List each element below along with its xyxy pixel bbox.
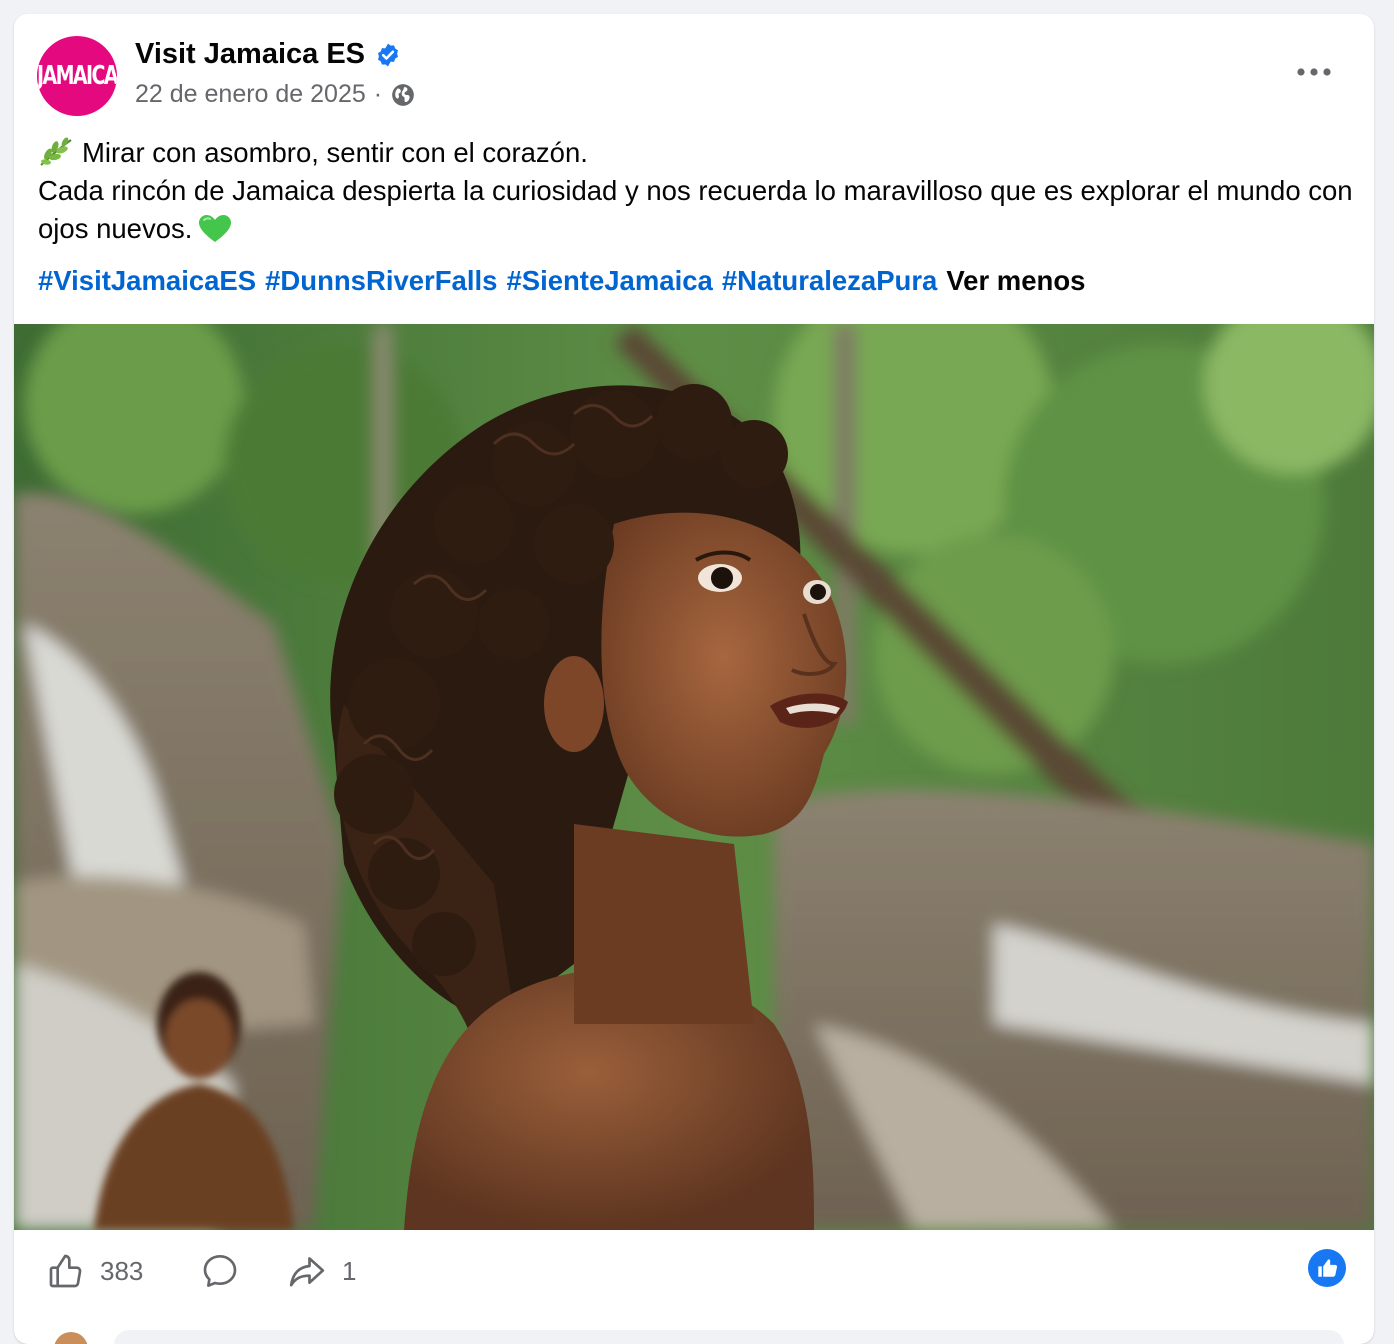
verified-badge-icon bbox=[378, 43, 398, 66]
hashtag-link[interactable]: #SienteJamaica bbox=[506, 265, 712, 296]
comment-bubble-icon bbox=[203, 1255, 237, 1287]
more-options-icon bbox=[1297, 68, 1331, 76]
avatar-logo-text: JAMAICA bbox=[37, 61, 117, 91]
comment-input[interactable] bbox=[114, 1330, 1344, 1344]
post-line-1-text: Mirar con asombro, sentir con el corazón… bbox=[82, 137, 588, 168]
post-text: Mirar con asombro, sentir con el corazón… bbox=[38, 134, 1358, 248]
thumbs-up-icon bbox=[49, 1254, 82, 1288]
post-line-1: Mirar con asombro, sentir con el corazón… bbox=[38, 134, 1358, 172]
share-count: 1 bbox=[342, 1255, 357, 1286]
like-count: 383 bbox=[100, 1255, 144, 1286]
post-card: JAMAICA Visit Jamaica ES 22 de enero de … bbox=[14, 14, 1374, 1344]
like-button[interactable]: 383 bbox=[46, 1250, 143, 1292]
hashtag-link[interactable]: #DunnsRiverFalls bbox=[265, 265, 497, 296]
globe-icon bbox=[392, 83, 414, 106]
post-actions: 383 1 bbox=[14, 1230, 1374, 1310]
page-name[interactable]: Visit Jamaica ES bbox=[135, 38, 365, 71]
post-line-2: Cada rincón de Jamaica despierta la curi… bbox=[38, 172, 1358, 248]
comment-button[interactable] bbox=[200, 1250, 240, 1292]
commenter-avatar bbox=[54, 1332, 88, 1344]
post-photo-image bbox=[14, 324, 1374, 1230]
page-name-row: Visit Jamaica ES bbox=[135, 38, 401, 71]
more-options-button[interactable] bbox=[1290, 56, 1338, 88]
hashtag-link[interactable]: #VisitJamaicaES bbox=[38, 265, 256, 296]
share-arrow-icon bbox=[289, 1257, 325, 1287]
post-line-2-text: Cada rincón de Jamaica despierta la curi… bbox=[38, 175, 1353, 244]
herb-emoji bbox=[40, 137, 72, 166]
hashtag-row: #VisitJamaicaES #DunnsRiverFalls #SienteJa… bbox=[38, 262, 1085, 300]
hashtag-link[interactable]: #NaturalezaPura bbox=[722, 265, 938, 296]
page-avatar[interactable]: JAMAICA bbox=[37, 36, 117, 116]
meta-separator: · bbox=[373, 80, 383, 108]
green-heart-emoji bbox=[199, 215, 232, 242]
post-date[interactable]: 22 de enero de 2025 bbox=[135, 80, 366, 109]
see-less-link[interactable]: Ver menos bbox=[946, 265, 1085, 296]
like-reaction-badge[interactable] bbox=[1308, 1249, 1346, 1287]
post-meta: 22 de enero de 2025 · bbox=[135, 80, 416, 109]
post-photo[interactable] bbox=[14, 324, 1374, 1230]
share-button[interactable]: 1 bbox=[286, 1250, 356, 1292]
